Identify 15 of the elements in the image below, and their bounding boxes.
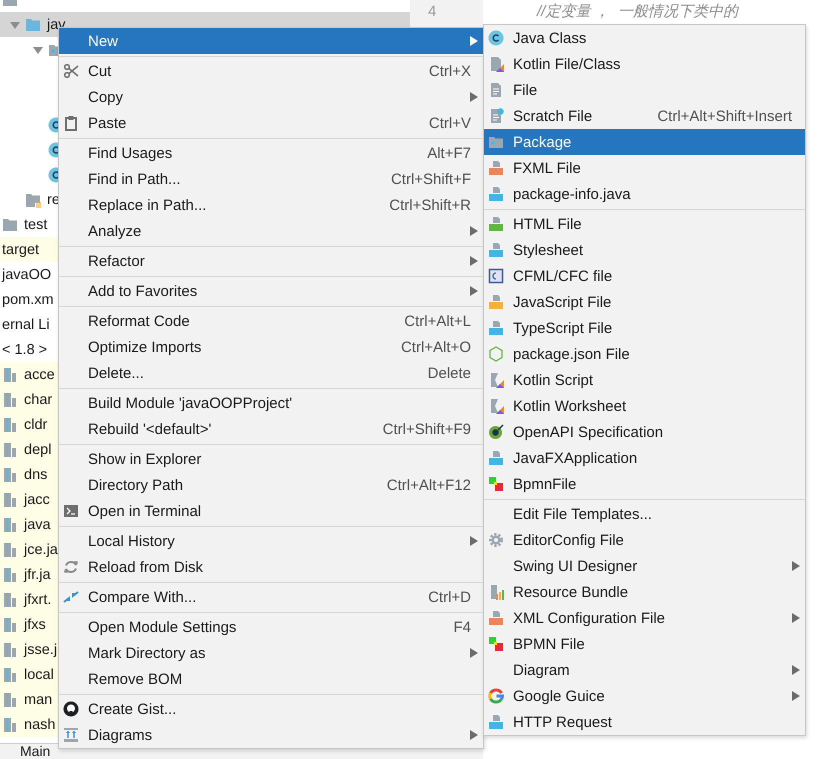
shortcut-label: Ctrl+Alt+Shift+Insert bbox=[657, 108, 793, 124]
shortcut-label: Ctrl+V bbox=[428, 114, 472, 132]
shortcut-label: Ctrl+X bbox=[428, 62, 472, 80]
shortcut-label: Ctrl+Alt+O bbox=[400, 338, 472, 356]
shortcut-label: Ctrl+Shift+F9 bbox=[382, 420, 472, 438]
code-comment: //定变量 ， 一般情况下类中的 bbox=[535, 2, 738, 20]
shortcut-label: Ctrl+Alt+L bbox=[404, 312, 472, 330]
shortcut-label: Ctrl+Alt+F12 bbox=[386, 476, 472, 494]
shortcut-label: Alt+F7 bbox=[427, 144, 472, 162]
shortcut-label: Ctrl+D bbox=[428, 588, 472, 606]
shortcut-label: F4 bbox=[453, 618, 472, 636]
shortcut-label: Ctrl+Shift+F bbox=[390, 170, 472, 188]
shortcut-label: Delete bbox=[428, 364, 472, 382]
shortcut-label: Ctrl+Shift+R bbox=[389, 196, 472, 214]
line-number: 4 bbox=[410, 0, 483, 22]
